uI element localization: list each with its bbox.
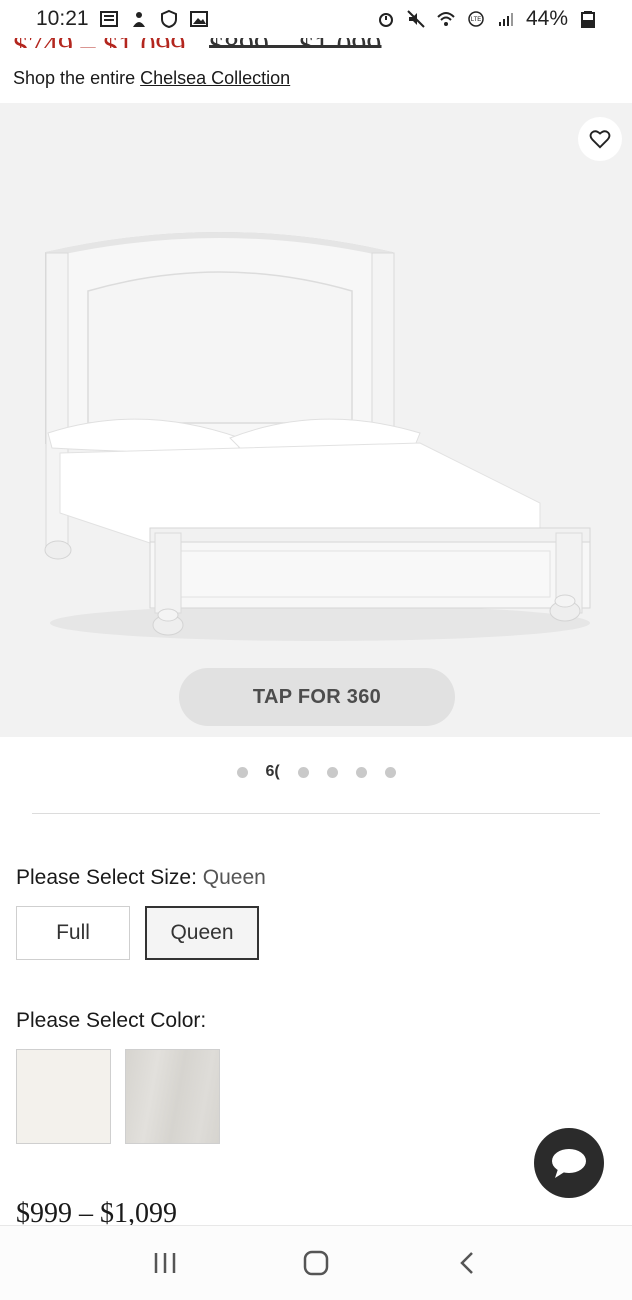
volte-icon: LTE bbox=[468, 11, 484, 27]
svg-text:LTE: LTE bbox=[471, 17, 482, 23]
shield-icon bbox=[160, 9, 177, 29]
color-swatch-white[interactable] bbox=[16, 1049, 111, 1144]
carousel-dot-active[interactable]: 6( bbox=[266, 763, 280, 781]
product-image-carousel[interactable]: TAP FOR 360 bbox=[0, 103, 632, 737]
recent-apps-button[interactable] bbox=[145, 1243, 185, 1283]
status-bar-right: LTE 44% bbox=[376, 7, 598, 31]
signal-icon bbox=[498, 13, 513, 26]
battery-icon bbox=[581, 11, 595, 28]
carousel-dot[interactable] bbox=[384, 766, 396, 778]
size-option-full[interactable]: Full bbox=[16, 906, 130, 960]
chat-bubble-icon bbox=[552, 1149, 586, 1178]
collection-line: Shop the entire Chelsea Collection bbox=[13, 68, 290, 89]
carousel-pagination: 6( bbox=[0, 760, 632, 784]
heart-icon bbox=[589, 130, 611, 149]
mute-icon bbox=[407, 10, 425, 28]
recents-icon bbox=[155, 1253, 176, 1273]
size-option-queen[interactable]: Queen bbox=[145, 906, 259, 960]
size-selected-value: Queen bbox=[202, 866, 266, 889]
status-bar-left: 10:21 bbox=[36, 7, 209, 31]
back-button[interactable] bbox=[447, 1243, 487, 1283]
gallery-icon bbox=[189, 11, 208, 27]
section-divider bbox=[32, 813, 600, 814]
carousel-dot[interactable] bbox=[297, 766, 309, 778]
bed-image bbox=[44, 232, 591, 641]
system-navigation-bar bbox=[0, 1225, 632, 1300]
color-select-label: Please Select Color: bbox=[16, 1009, 207, 1032]
color-swatch-gray[interactable] bbox=[125, 1049, 220, 1144]
carousel-dot[interactable] bbox=[326, 766, 338, 778]
collection-prefix: Shop the entire bbox=[13, 68, 136, 88]
tap-for-360-button[interactable]: TAP FOR 360 bbox=[179, 668, 455, 726]
status-time: 10:21 bbox=[36, 7, 89, 30]
carousel-dot[interactable] bbox=[355, 766, 367, 778]
back-icon bbox=[459, 1252, 473, 1274]
collection-link[interactable]: Chelsea Collection bbox=[140, 68, 290, 88]
news-icon bbox=[99, 11, 118, 27]
home-icon bbox=[303, 1250, 329, 1276]
wifi-icon bbox=[437, 12, 455, 26]
home-button[interactable] bbox=[296, 1243, 336, 1283]
chat-button[interactable] bbox=[534, 1128, 604, 1198]
alarm-icon bbox=[378, 13, 393, 27]
favorite-button[interactable] bbox=[578, 117, 622, 161]
size-label-text: Please Select Size: bbox=[16, 866, 197, 889]
status-bar: 10:21 LTE 44% bbox=[0, 0, 632, 38]
battery-percent: 44% bbox=[525, 7, 568, 30]
carousel-dot[interactable] bbox=[236, 766, 248, 778]
notification-icon bbox=[132, 12, 145, 27]
size-select-label: Please Select Size: Queen bbox=[16, 866, 266, 890]
